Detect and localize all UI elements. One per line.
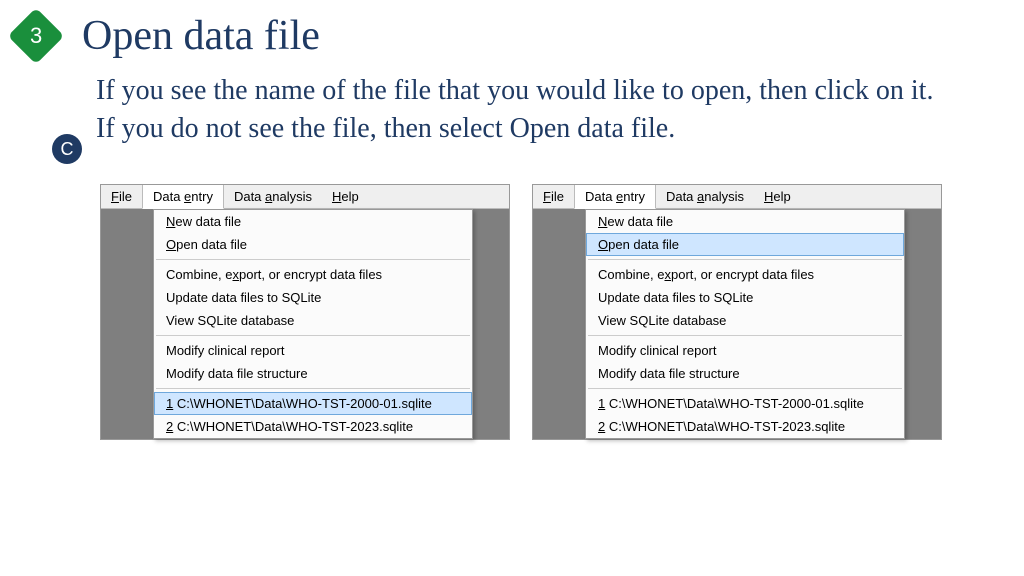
menu-data-entry[interactable]: Data entry [142, 185, 224, 209]
menu-view-sqlite[interactable]: View SQLite database [154, 309, 472, 332]
menu-new-data-file[interactable]: New data file [154, 210, 472, 233]
menu-recent-file-1[interactable]: 1 C:\WHONET\Data\WHO-TST-2000-01.sqlite [154, 392, 472, 415]
page-title: Open data file [82, 12, 320, 60]
menu-modify-structure[interactable]: Modify data file structure [586, 362, 904, 385]
menu-open-data-file[interactable]: Open data file [586, 233, 904, 256]
menu-new-data-file[interactable]: New data file [586, 210, 904, 233]
menu-separator [588, 259, 902, 260]
menubar: File Data entry Data analysis Help [101, 185, 509, 209]
menu-separator [156, 388, 470, 389]
menu-combine[interactable]: Combine, export, or encrypt data files [154, 263, 472, 286]
step-number: 3 [30, 23, 42, 49]
menu-modify-structure[interactable]: Modify data file structure [154, 362, 472, 385]
step-diamond: 3 [8, 8, 65, 65]
menu-update-sqlite[interactable]: Update data files to SQLite [586, 286, 904, 309]
menu-file[interactable]: File [533, 185, 574, 208]
menu-open-data-file[interactable]: Open data file [154, 233, 472, 256]
menu-recent-file-2[interactable]: 2 C:\WHONET\Data\WHO-TST-2023.sqlite [586, 415, 904, 438]
menu-help[interactable]: Help [754, 185, 801, 208]
menu-data-analysis[interactable]: Data analysis [656, 185, 754, 208]
menu-recent-file-2[interactable]: 2 C:\WHONET\Data\WHO-TST-2023.sqlite [154, 415, 472, 438]
menu-file[interactable]: File [101, 185, 142, 208]
menu-separator [156, 335, 470, 336]
menu-combine[interactable]: Combine, export, or encrypt data files [586, 263, 904, 286]
menu-modify-clinical[interactable]: Modify clinical report [586, 339, 904, 362]
screenshot-right: File Data entry Data analysis Help New d… [532, 184, 942, 440]
screenshot-left: File Data entry Data analysis Help New d… [100, 184, 510, 440]
description-text: If you see the name of the file that you… [96, 72, 933, 148]
menu-separator [588, 388, 902, 389]
data-entry-dropdown: New data file Open data file Combine, ex… [153, 209, 473, 439]
menu-view-sqlite[interactable]: View SQLite database [586, 309, 904, 332]
sub-step-badge: C [52, 134, 82, 164]
menu-separator [588, 335, 902, 336]
menubar: File Data entry Data analysis Help [533, 185, 941, 209]
menu-help[interactable]: Help [322, 185, 369, 208]
menu-data-analysis[interactable]: Data analysis [224, 185, 322, 208]
data-entry-dropdown: New data file Open data file Combine, ex… [585, 209, 905, 439]
menu-modify-clinical[interactable]: Modify clinical report [154, 339, 472, 362]
menu-data-entry[interactable]: Data entry [574, 185, 656, 209]
menu-separator [156, 259, 470, 260]
menu-recent-file-1[interactable]: 1 C:\WHONET\Data\WHO-TST-2000-01.sqlite [586, 392, 904, 415]
menu-update-sqlite[interactable]: Update data files to SQLite [154, 286, 472, 309]
